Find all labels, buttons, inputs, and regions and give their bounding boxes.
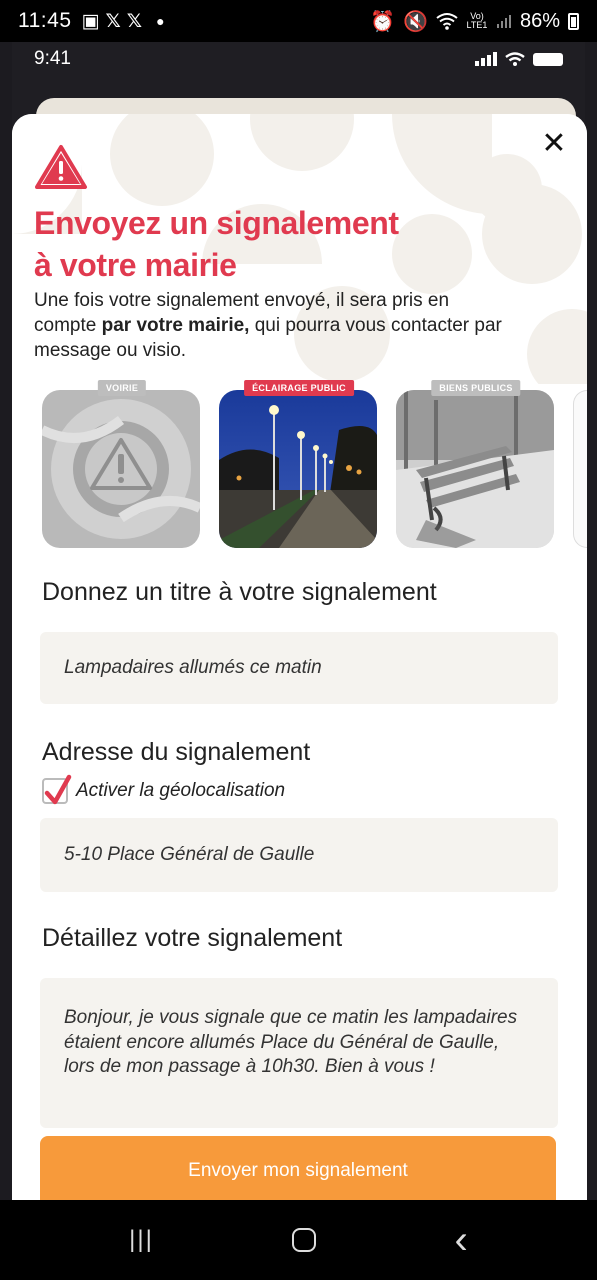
next-category-image: [573, 390, 587, 548]
title-line-1: Envoyez un signalement: [34, 205, 399, 241]
category-tag: BIENS PUBLICS: [431, 380, 521, 396]
close-button[interactable]: ✕: [537, 126, 571, 160]
geolocation-toggle[interactable]: Activer la géolocalisation: [42, 774, 286, 805]
battery-level: 86%: [519, 9, 560, 32]
category-biens-publics[interactable]: BIENS PUBLICS: [396, 380, 556, 550]
voirie-image: [42, 390, 200, 548]
title-input[interactable]: Lampadaires allumés ce matin: [40, 632, 558, 704]
system-status-bar: 11:45 ▣ 𝕏 𝕏 ● ⏰ 🔇 Vo) LTE1 86%: [0, 0, 597, 42]
signal-icon: [496, 15, 511, 28]
intro-text: Une fois votre signalement envoyé, il se…: [34, 288, 514, 363]
volte-icon: Vo) LTE1: [466, 11, 488, 30]
home-button[interactable]: [292, 1228, 317, 1252]
system-nav-bar: ||| ‹: [0, 1200, 597, 1280]
checkmark-icon: [44, 774, 72, 805]
submit-button[interactable]: Envoyer mon signalement: [40, 1136, 556, 1200]
battery-icon: [533, 52, 563, 66]
geolocation-checkbox[interactable]: [42, 774, 72, 805]
details-textarea[interactable]: Bonjour, je vous signale que ce matin le…: [40, 978, 558, 1128]
system-clock: 11:45: [18, 9, 72, 32]
app-status-icons: [475, 52, 563, 66]
title-line-2: à votre mairie: [34, 247, 237, 283]
address-input[interactable]: 5-10 Place Général de Gaulle: [40, 818, 558, 892]
report-sheet: ✕ Envoyez un signalement à votre mairie …: [12, 114, 587, 1200]
x-icon: 𝕏: [105, 10, 121, 32]
wifi-icon: [505, 52, 525, 66]
cellular-icon: [475, 52, 497, 66]
system-indicators: ⏰ 🔇 Vo) LTE1 86%: [370, 9, 579, 34]
category-tag: ÉCLAIRAGE PUBLIC: [244, 380, 354, 396]
biens-publics-image: [396, 390, 554, 548]
category-voirie[interactable]: VOIRIE: [42, 380, 202, 550]
category-next-peek[interactable]: [573, 380, 587, 550]
category-carousel: VOIRIE ÉCLAIRAGE PUBLIC BIENS PUBLICS: [42, 380, 587, 550]
alarm-icon: ⏰: [370, 10, 396, 33]
app-clock: 9:41: [34, 48, 71, 69]
category-tag: VOIRIE: [97, 380, 147, 396]
wifi-icon: [436, 13, 458, 30]
warning-icon: [35, 145, 87, 189]
category-eclairage-public[interactable]: ÉCLAIRAGE PUBLIC: [219, 380, 379, 550]
address-section-label: Adresse du signalement: [42, 738, 311, 766]
back-button[interactable]: ‹: [454, 1218, 467, 1263]
recents-button[interactable]: |||: [129, 1226, 154, 1254]
eclairage-image: [219, 390, 377, 548]
details-section-label: Détaillez votre signalement: [42, 924, 343, 952]
battery-icon: [568, 12, 579, 30]
notification-icons: ▣ 𝕏 𝕏 ●: [82, 10, 165, 33]
geolocation-label: Activer la géolocalisation: [76, 780, 286, 801]
intro-bold: par votre mairie,: [101, 315, 250, 336]
x-icon: 𝕏: [126, 10, 143, 32]
mute-icon: 🔇: [403, 10, 428, 33]
dot-icon: ●: [156, 13, 165, 29]
sheet-title: Envoyez un signalement à votre mairie: [34, 202, 454, 286]
app-status-bar: 9:41: [12, 42, 585, 76]
image-icon: ▣: [81, 10, 100, 32]
title-section-label: Donnez un titre à votre signalement: [42, 578, 437, 606]
